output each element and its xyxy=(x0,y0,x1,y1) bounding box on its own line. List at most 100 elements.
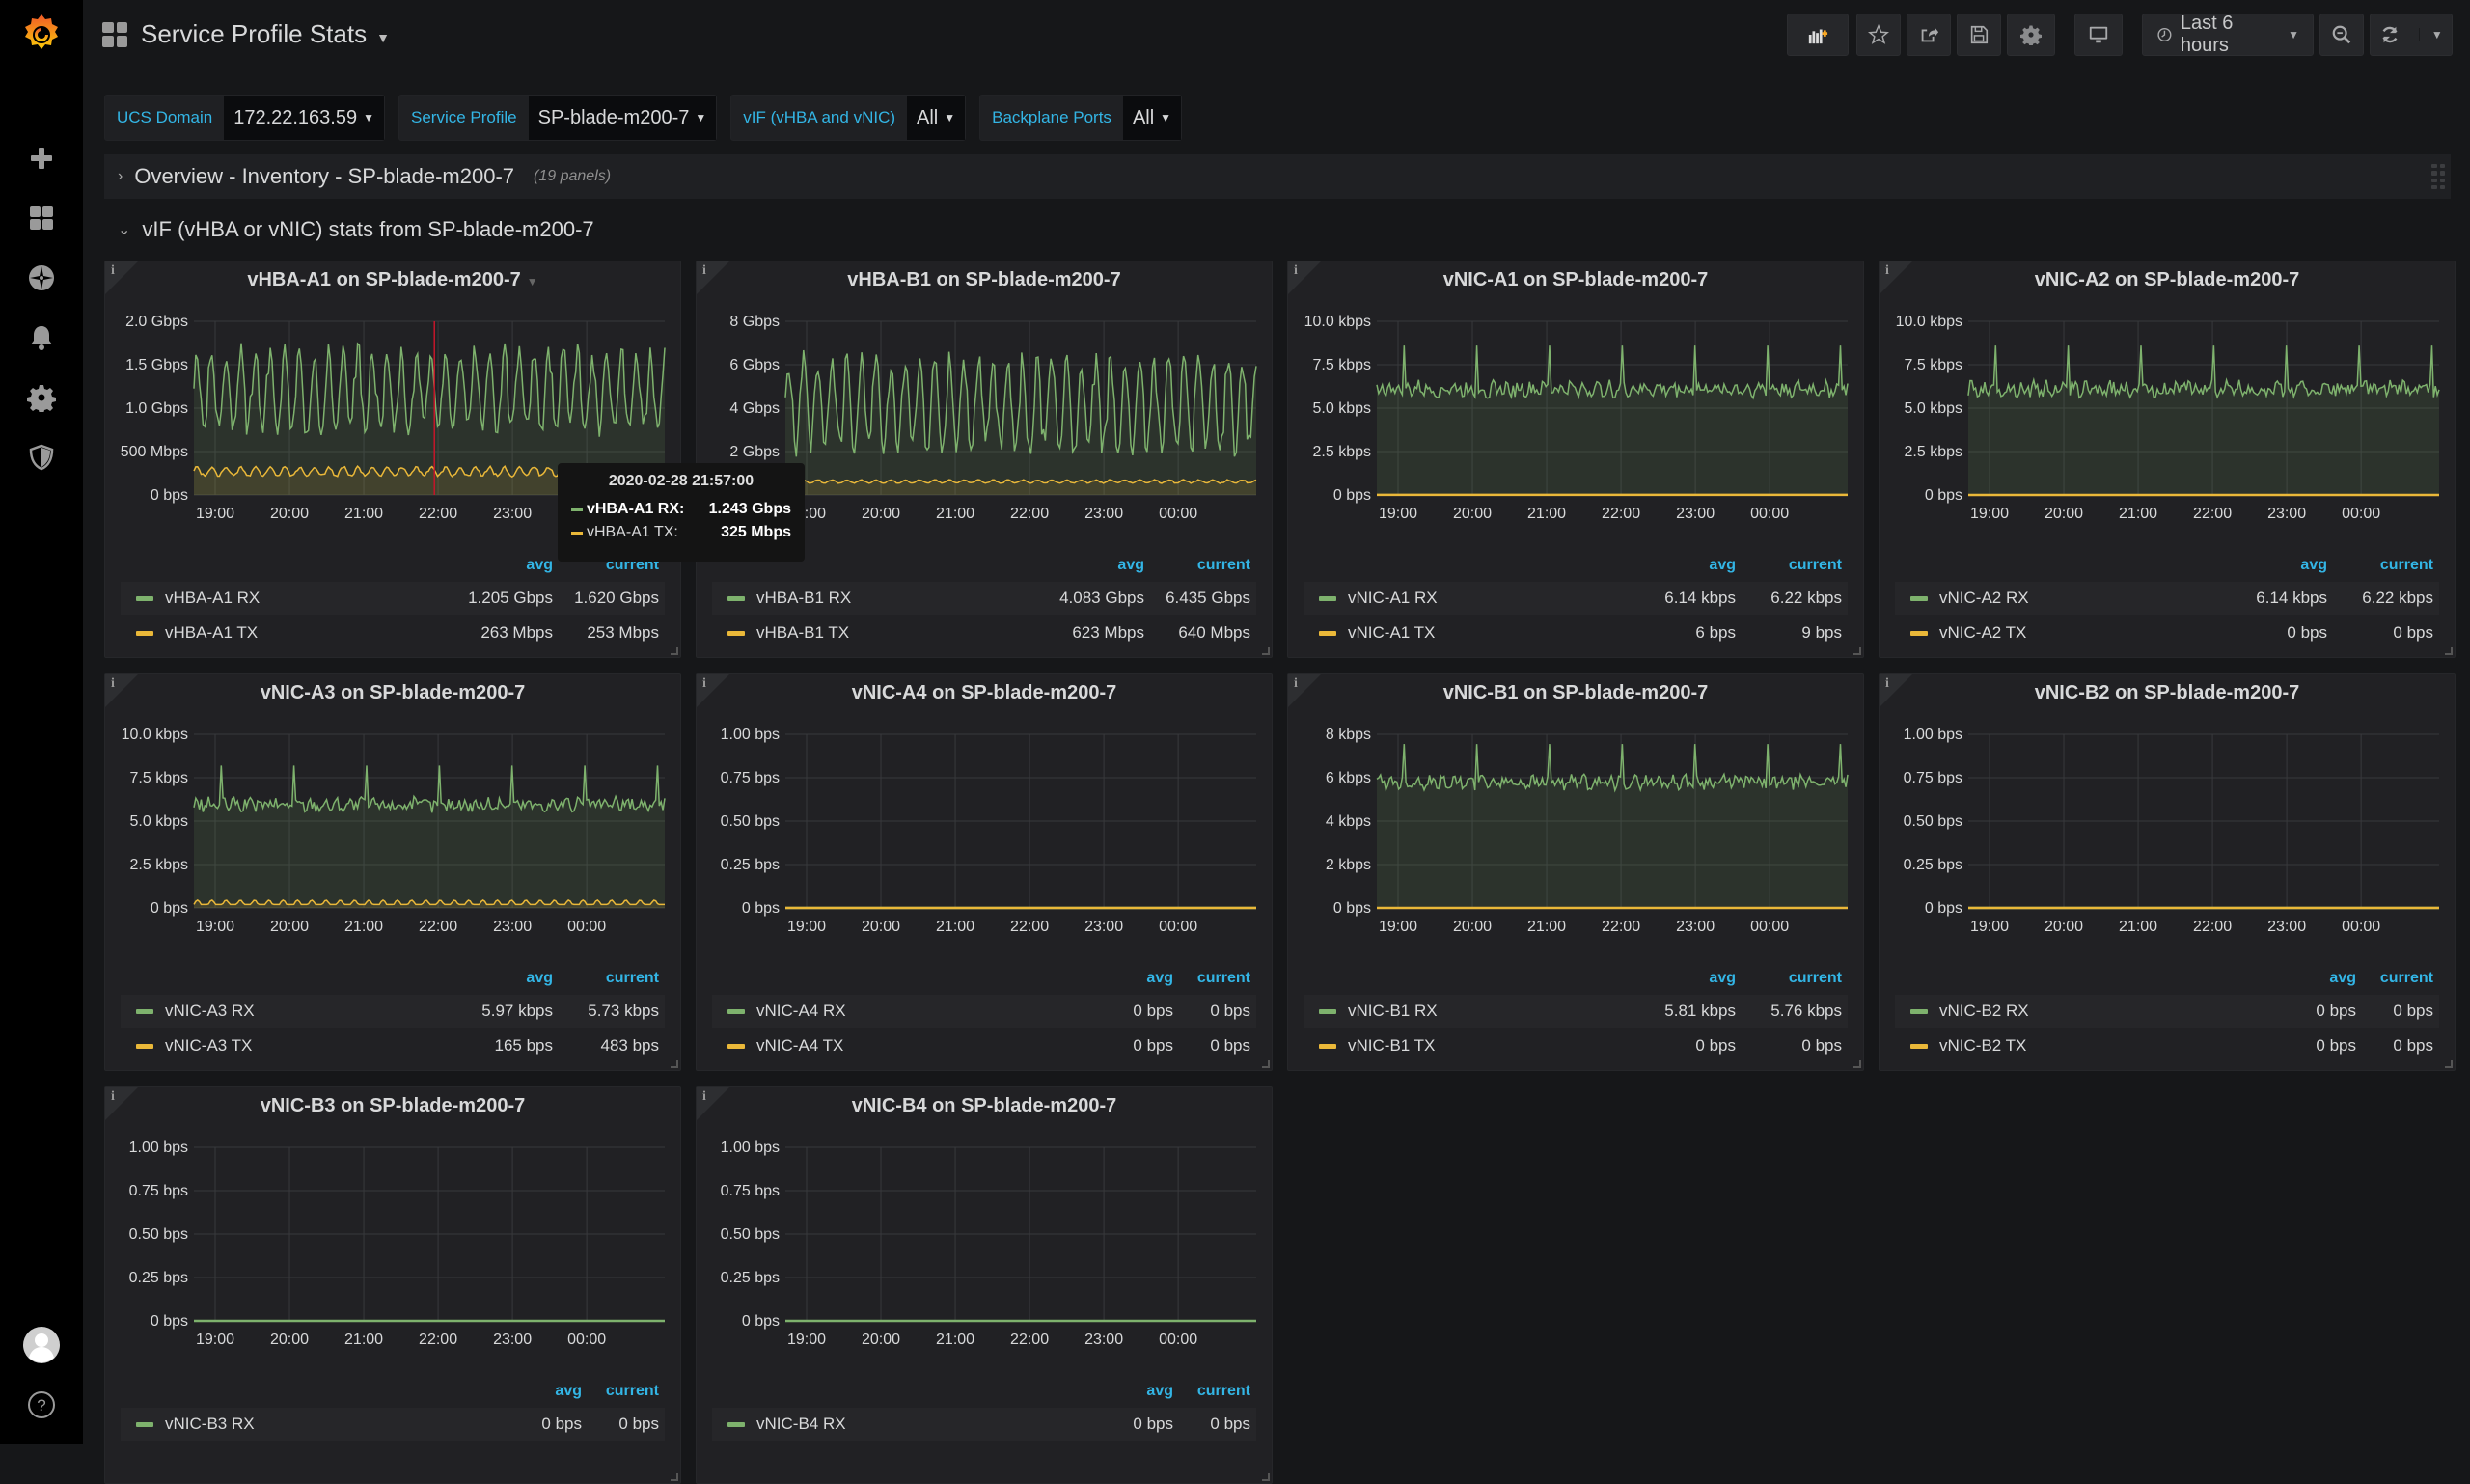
panel-resize-handle[interactable] xyxy=(671,1473,678,1481)
panel-resize-handle[interactable] xyxy=(1262,647,1270,655)
panel-resize-handle[interactable] xyxy=(2445,647,2453,655)
legend-row[interactable]: vNIC-B2 RX0 bps0 bps xyxy=(1895,995,2439,1028)
legend-row[interactable]: vNIC-B1 TX0 bps0 bps xyxy=(1304,1030,1848,1062)
refresh-icon[interactable] xyxy=(2379,24,2401,45)
legend-avg-header[interactable]: avg xyxy=(1038,557,1144,574)
variable-select[interactable]: SP-blade-m200-7▼ xyxy=(529,96,717,140)
legend-current-header[interactable]: current xyxy=(1173,970,1250,987)
legend-avg-header[interactable]: avg xyxy=(2221,557,2327,574)
bell-icon[interactable] xyxy=(24,320,59,355)
legend-row[interactable]: vNIC-A2 RX6.14 kbps6.22 kbps xyxy=(1895,582,2439,615)
legend-row[interactable]: vNIC-A1 RX6.14 kbps6.22 kbps xyxy=(1304,582,1848,615)
variable-select[interactable]: All▼ xyxy=(1123,96,1181,140)
series-swatch[interactable] xyxy=(727,1009,745,1014)
legend-avg-header[interactable]: avg xyxy=(1630,970,1736,987)
panel-resize-handle[interactable] xyxy=(671,647,678,655)
panel-title[interactable]: vNIC-B3 on SP-blade-m200-7 xyxy=(105,1095,680,1117)
legend-row[interactable]: vHBA-A1 TX263 Mbps253 Mbps xyxy=(121,617,665,649)
gear-icon[interactable] xyxy=(24,380,59,415)
legend-row[interactable]: vNIC-B1 RX5.81 kbps5.76 kbps xyxy=(1304,995,1848,1028)
legend-current-header[interactable]: current xyxy=(2327,557,2433,574)
series-swatch[interactable] xyxy=(1910,1009,1928,1014)
legend-current-header[interactable]: current xyxy=(1736,970,1842,987)
series-swatch[interactable] xyxy=(727,1044,745,1049)
panel-title[interactable]: vNIC-B1 on SP-blade-m200-7 xyxy=(1288,682,1863,704)
series-swatch[interactable] xyxy=(1319,1044,1336,1049)
legend-row[interactable]: vNIC-A4 RX0 bps0 bps xyxy=(712,995,1256,1028)
question-icon[interactable]: ? xyxy=(24,1388,59,1422)
series-swatch[interactable] xyxy=(727,631,745,636)
time-range-picker[interactable]: Last 6 hours ▼ xyxy=(2142,14,2314,56)
panel-title[interactable]: vNIC-A2 on SP-blade-m200-7 xyxy=(1880,269,2455,291)
graph-plot[interactable]: 0 bps2.5 kbps5.0 kbps7.5 kbps10.0 kbps19… xyxy=(105,713,682,954)
series-swatch[interactable] xyxy=(136,631,153,636)
panel-resize-handle[interactable] xyxy=(2445,1060,2453,1068)
drag-handle-icon[interactable] xyxy=(2431,164,2445,189)
series-swatch[interactable] xyxy=(1910,631,1928,636)
graph-plot[interactable]: 0 bps2.5 kbps5.0 kbps7.5 kbps10.0 kbps19… xyxy=(1880,300,2456,541)
legend-row[interactable]: vNIC-A4 TX0 bps0 bps xyxy=(712,1030,1256,1062)
legend-row[interactable]: vNIC-A3 RX5.97 kbps5.73 kbps xyxy=(121,995,665,1028)
legend-current-header[interactable]: current xyxy=(2356,970,2433,987)
series-swatch[interactable] xyxy=(1910,1044,1928,1049)
series-swatch[interactable] xyxy=(1319,631,1336,636)
graph-plot[interactable]: 0 bps0.25 bps0.50 bps0.75 bps1.00 bps19:… xyxy=(105,1126,682,1367)
legend-row[interactable]: vHBA-A1 RX1.205 Gbps1.620 Gbps xyxy=(121,582,665,615)
grid-icon[interactable] xyxy=(24,201,59,235)
zoom-out-button[interactable] xyxy=(2319,14,2364,56)
panel-resize-handle[interactable] xyxy=(671,1060,678,1068)
series-swatch[interactable] xyxy=(727,1422,745,1427)
panel-title[interactable]: vNIC-B2 on SP-blade-m200-7 xyxy=(1880,682,2455,704)
legend-avg-header[interactable]: avg xyxy=(447,970,553,987)
graph-plot[interactable]: 0 bps2.5 kbps5.0 kbps7.5 kbps10.0 kbps19… xyxy=(1288,300,1865,541)
series-swatch[interactable] xyxy=(136,1009,153,1014)
share-button[interactable] xyxy=(1907,14,1951,56)
legend-avg-header[interactable]: avg xyxy=(1096,1383,1173,1400)
panel-resize-handle[interactable] xyxy=(1262,1060,1270,1068)
panel-title[interactable]: vNIC-A3 on SP-blade-m200-7 xyxy=(105,682,680,704)
star-button[interactable] xyxy=(1856,14,1901,56)
series-swatch[interactable] xyxy=(136,1422,153,1427)
legend-avg-header[interactable]: avg xyxy=(447,557,553,574)
panel-resize-handle[interactable] xyxy=(1262,1473,1270,1481)
panel-title[interactable]: vNIC-B4 on SP-blade-m200-7 xyxy=(697,1095,1272,1117)
settings-button[interactable] xyxy=(2007,14,2055,56)
add-panel-button[interactable] xyxy=(1787,14,1849,56)
compass-icon[interactable] xyxy=(24,261,59,295)
legend-avg-header[interactable]: avg xyxy=(2279,970,2356,987)
series-swatch[interactable] xyxy=(1319,596,1336,601)
graph-plot[interactable]: 0 bps0.25 bps0.50 bps0.75 bps1.00 bps19:… xyxy=(1880,713,2456,954)
panel-title[interactable]: vHBA-A1 on SP-blade-m200-7▼ xyxy=(105,269,680,291)
row-overview-inventory[interactable]: › Overview - Inventory - SP-blade-m200-7… xyxy=(104,154,2451,199)
series-swatch[interactable] xyxy=(136,1044,153,1049)
legend-current-header[interactable]: current xyxy=(1736,557,1842,574)
series-swatch[interactable] xyxy=(136,596,153,601)
variable-select[interactable]: 172.22.163.59▼ xyxy=(224,96,384,140)
series-swatch[interactable] xyxy=(1319,1009,1336,1014)
legend-current-header[interactable]: current xyxy=(1144,557,1250,574)
panel-resize-handle[interactable] xyxy=(1853,647,1861,655)
legend-current-header[interactable]: current xyxy=(1173,1383,1250,1400)
legend-current-header[interactable]: current xyxy=(553,970,659,987)
graph-plot[interactable]: 0 bps0.25 bps0.50 bps0.75 bps1.00 bps19:… xyxy=(697,713,1274,954)
legend-row[interactable]: vNIC-B3 RX0 bps0 bps xyxy=(121,1408,665,1441)
tv-mode-button[interactable] xyxy=(2074,14,2123,56)
legend-row[interactable]: vNIC-B4 RX0 bps0 bps xyxy=(712,1408,1256,1441)
grafana-logo-icon[interactable] xyxy=(19,12,64,56)
legend-current-header[interactable]: current xyxy=(582,1383,659,1400)
refresh-interval-caret-icon[interactable]: ▼ xyxy=(2419,28,2443,41)
legend-row[interactable]: vNIC-A2 TX0 bps0 bps xyxy=(1895,617,2439,649)
series-swatch[interactable] xyxy=(1910,596,1928,601)
legend-row[interactable]: vNIC-A3 TX165 bps483 bps xyxy=(121,1030,665,1062)
legend-row[interactable]: vHBA-B1 TX623 Mbps640 Mbps xyxy=(712,617,1256,649)
graph-plot[interactable]: 0 bps2 kbps4 kbps6 kbps8 kbps19:0020:002… xyxy=(1288,713,1865,954)
avatar-icon[interactable] xyxy=(22,1326,61,1364)
dashboard-title[interactable]: Service Profile Stats ▼ xyxy=(102,19,390,49)
panel-title[interactable]: vHBA-B1 on SP-blade-m200-7 xyxy=(697,269,1272,291)
legend-avg-header[interactable]: avg xyxy=(1096,970,1173,987)
panel-title[interactable]: vNIC-A1 on SP-blade-m200-7 xyxy=(1288,269,1863,291)
row-vif-stats[interactable]: ⌄ vIF (vHBA or vNIC) stats from SP-blade… xyxy=(104,210,594,249)
graph-plot[interactable]: 0 bps0.25 bps0.50 bps0.75 bps1.00 bps19:… xyxy=(697,1126,1274,1367)
legend-row[interactable]: vNIC-A1 TX6 bps9 bps xyxy=(1304,617,1848,649)
legend-avg-header[interactable]: avg xyxy=(1630,557,1736,574)
